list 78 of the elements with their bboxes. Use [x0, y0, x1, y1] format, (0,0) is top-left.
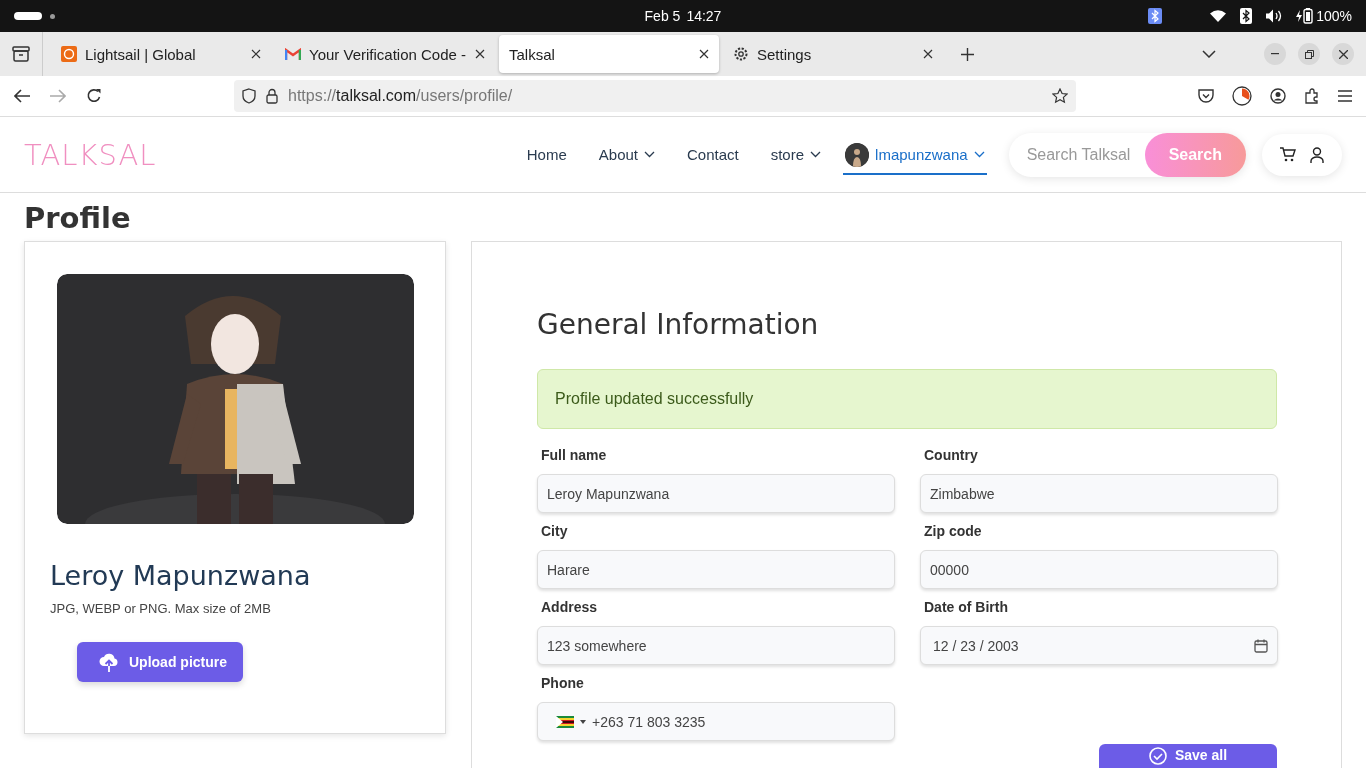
extensions-icon[interactable] [1304, 88, 1320, 104]
browser-tab[interactable]: Your Verification Code - [275, 35, 495, 73]
cloud-upload-icon [99, 652, 119, 672]
upload-picture-button[interactable]: Upload picture [77, 642, 243, 682]
check-circle-icon [1148, 747, 1167, 765]
site-logo-icon [61, 46, 77, 62]
date-text: Feb 5 [644, 8, 681, 24]
close-icon[interactable] [923, 49, 933, 59]
battery-percent: 100% [1316, 8, 1352, 24]
close-icon[interactable] [699, 49, 709, 59]
tab-manager-icon[interactable] [12, 46, 30, 62]
bluetooth-icon [1240, 8, 1253, 24]
close-window-button[interactable] [1332, 43, 1354, 65]
flag-icon [556, 715, 574, 728]
nav-link[interactable]: store [754, 134, 838, 175]
cart-icon[interactable] [1280, 147, 1296, 162]
upload-hint: JPG, WEBP or PNG. Max size of 2MB [50, 601, 272, 616]
menu-icon[interactable] [1338, 90, 1352, 102]
back-icon[interactable] [14, 89, 30, 103]
browser-tab[interactable]: Settings [723, 35, 943, 73]
browser-tab[interactable]: Talksal [499, 35, 719, 73]
bookmark-star-icon[interactable] [1052, 88, 1068, 104]
caret-icon [580, 719, 586, 724]
nav-link[interactable]: lmapunzwana [843, 134, 987, 175]
chevron-down-icon [973, 151, 985, 158]
pocket-icon[interactable] [1198, 88, 1214, 104]
profile-name: Leroy Mapunzwana [50, 560, 312, 591]
calendar-icon [1254, 638, 1268, 653]
close-icon [1338, 49, 1348, 59]
chevron-down-icon [644, 151, 655, 158]
page-title: Profile [24, 201, 132, 235]
field-label: Zip code [924, 523, 983, 540]
address-bar[interactable]: https://talksal.com/users/profile/ [234, 80, 1076, 112]
input-field[interactable]: Harare [537, 550, 895, 589]
field-label: Date of Birth [924, 599, 1009, 616]
mail-icon [285, 48, 301, 60]
url-text: https://talksal.com/users/profile/ [288, 87, 514, 105]
reload-icon[interactable] [86, 88, 102, 104]
timer-icon[interactable] [1232, 86, 1252, 106]
input-field[interactable]: 00000 [920, 550, 1278, 589]
workspace-dot-icon [50, 13, 55, 19]
nav-link[interactable]: Contact [671, 134, 755, 175]
shield-icon [242, 88, 256, 104]
tab-list-icon[interactable] [1202, 50, 1216, 58]
account-icon[interactable] [1270, 88, 1286, 104]
wifi-icon [1210, 10, 1227, 22]
input-field[interactable]: 123 somewhere [537, 626, 895, 665]
input-field[interactable]: Leroy Mapunzwana [537, 474, 895, 513]
input-field[interactable]: Zimbabwe [920, 474, 1278, 513]
browser-tab[interactable]: Lightsail | Global [51, 35, 271, 73]
field-label: Address [541, 599, 599, 616]
save-all-button[interactable]: Save all [1099, 744, 1277, 768]
phone-field[interactable]: +263 71 803 3235 [537, 702, 895, 741]
lock-icon [266, 88, 278, 104]
battery-charging-icon [1296, 8, 1315, 24]
user-icon[interactable] [1310, 146, 1324, 163]
minimize-icon [1271, 53, 1279, 55]
gear-icon [733, 46, 749, 62]
section-heading: General Information [537, 308, 820, 341]
chevron-down-icon [810, 151, 822, 158]
close-icon[interactable] [251, 49, 261, 59]
close-icon[interactable] [475, 49, 485, 59]
field-label: Phone [541, 675, 585, 692]
nav-link[interactable]: Home [510, 134, 583, 175]
restore-icon [1304, 49, 1314, 59]
volume-icon [1266, 9, 1283, 23]
field-label: City [541, 523, 569, 540]
field-label: Full name [541, 447, 608, 464]
clock-text: 14:27 [686, 8, 722, 24]
nav-link[interactable]: About [582, 134, 671, 175]
new-tab-icon[interactable] [961, 47, 974, 61]
field-label: Country [924, 447, 979, 464]
success-alert: Profile updated successfully [537, 369, 1277, 429]
avatar-icon [845, 142, 870, 167]
activities-indicator[interactable] [14, 12, 42, 20]
restore-button[interactable] [1298, 43, 1320, 65]
bluetooth-app-icon [1148, 8, 1163, 24]
date-field[interactable]: 12 / 23 / 2003 [920, 626, 1278, 665]
